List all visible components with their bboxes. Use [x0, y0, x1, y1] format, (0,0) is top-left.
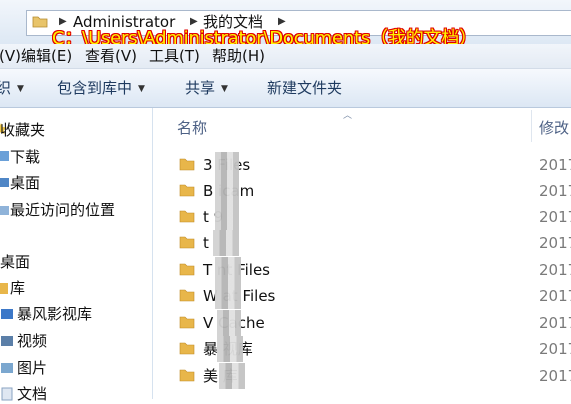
file-date: 2017 [539, 234, 571, 252]
share-label: 共享 [185, 79, 216, 97]
folder-icon [179, 263, 195, 276]
folder-icon [179, 369, 195, 382]
new-folder-button[interactable]: 新建文件夹 [267, 79, 342, 97]
file-date: 2017 [539, 367, 571, 385]
folder-icon [179, 289, 195, 302]
file-row[interactable]: 3 Files 2017 [153, 152, 571, 178]
command-toolbar: 织 ▼ 包含到库中 ▼ 共享 ▼ 新建文件夹 [0, 69, 571, 108]
file-date: 2017 [539, 208, 571, 226]
nav-baofeng-library[interactable]: 暴风影视库 [17, 304, 92, 324]
baofeng-library-icon [1, 309, 13, 319]
folder-icon [179, 316, 195, 329]
menu-help[interactable]: 帮助(H) [212, 47, 265, 65]
include-label: 包含到库中 [57, 79, 133, 97]
column-header-modified[interactable]: 修改 [539, 119, 569, 137]
share-button[interactable]: 共享 ▼ [185, 79, 228, 98]
nav-pictures[interactable]: 图片 [17, 358, 47, 378]
folder-icon [32, 16, 48, 28]
recent-places-icon [0, 206, 9, 215]
organize-button[interactable]: 织 ▼ [0, 79, 24, 98]
breadcrumb-arrow-icon[interactable]: ▶ [190, 15, 198, 29]
menu-edit[interactable]: 编辑(E) [21, 47, 72, 65]
nav-desktop[interactable]: 桌面 [10, 173, 40, 193]
folder-icon [179, 210, 195, 223]
redaction-mask [215, 257, 241, 283]
file-date: 2017 [539, 182, 571, 200]
menu-view[interactable]: 查看(V) [85, 47, 137, 65]
redaction-mask [215, 178, 239, 204]
folder-icon [179, 236, 195, 249]
download-icon [0, 151, 9, 161]
redaction-mask [217, 310, 241, 336]
file-date: 2017 [539, 314, 571, 332]
file-row[interactable]: V Cache 2017 [153, 310, 571, 336]
file-row[interactable]: 美 库 2017 [153, 363, 571, 389]
file-row[interactable]: B icam 2017 [153, 178, 571, 204]
folder-icon [179, 158, 195, 171]
nav-desktop-root[interactable]: 桌面 [0, 252, 30, 272]
breadcrumb-arrow-icon[interactable]: ▶ [59, 15, 67, 29]
redaction-mask [213, 230, 239, 256]
menu-bar: 看(V) 编辑(E) 查看(V) 工具(T) 帮助(H) [0, 44, 571, 69]
library-icon [0, 283, 8, 294]
include-in-library-button[interactable]: 包含到库中 ▼ [57, 79, 145, 98]
breadcrumb-arrow-icon[interactable]: ▶ [278, 15, 286, 29]
file-date: 2017 [539, 340, 571, 358]
chevron-down-icon: ▼ [17, 84, 24, 94]
file-row[interactable]: t 9 2017 [153, 204, 571, 230]
redaction-mask [217, 336, 243, 362]
column-divider[interactable] [531, 110, 532, 142]
file-date: 2017 [539, 156, 571, 174]
redaction-mask [215, 152, 239, 178]
column-header-name[interactable]: 名称 [177, 119, 207, 137]
file-name: t [203, 234, 209, 252]
file-list: ︿ 名称 修改 3 Files 2017 B icam 2017 t 9 201… [153, 108, 571, 399]
nav-favorites[interactable]: 收藏夹 [0, 120, 45, 140]
file-date: 2017 [539, 287, 571, 305]
chevron-down-icon: ▼ [138, 84, 145, 94]
nav-videos[interactable]: 视频 [17, 331, 47, 351]
redaction-mask [219, 363, 245, 389]
redaction-mask [215, 283, 241, 309]
desktop-icon [0, 178, 9, 187]
file-row[interactable]: T nt Files 2017 [153, 257, 571, 283]
nav-downloads[interactable]: 下载 [10, 147, 40, 167]
sort-ascending-icon: ︿ [343, 111, 353, 121]
menu-view-partial[interactable]: 看(V) [0, 47, 21, 65]
navigation-pane: 收藏夹 下载 桌面 最近访问的位置 桌面 库 暴风影视库 视频 图片 文档 [0, 108, 153, 403]
folder-icon [179, 342, 195, 355]
nav-libraries[interactable]: 库 [10, 278, 25, 298]
file-row[interactable]: t 2017 [153, 230, 571, 256]
nav-documents[interactable]: 文档 [17, 384, 47, 404]
nav-recent-places[interactable]: 最近访问的位置 [10, 200, 115, 220]
videos-icon [1, 336, 13, 346]
chevron-down-icon: ▼ [221, 84, 228, 94]
menu-tools[interactable]: 工具(T) [149, 47, 200, 65]
file-row[interactable]: 暴 视库 2017 [153, 336, 571, 362]
file-date: 2017 [539, 261, 571, 279]
organize-label: 织 [0, 79, 12, 97]
folder-icon [179, 184, 195, 197]
pictures-icon [1, 363, 13, 373]
redaction-mask [215, 204, 239, 230]
file-row[interactable]: W at Files 2017 [153, 283, 571, 309]
